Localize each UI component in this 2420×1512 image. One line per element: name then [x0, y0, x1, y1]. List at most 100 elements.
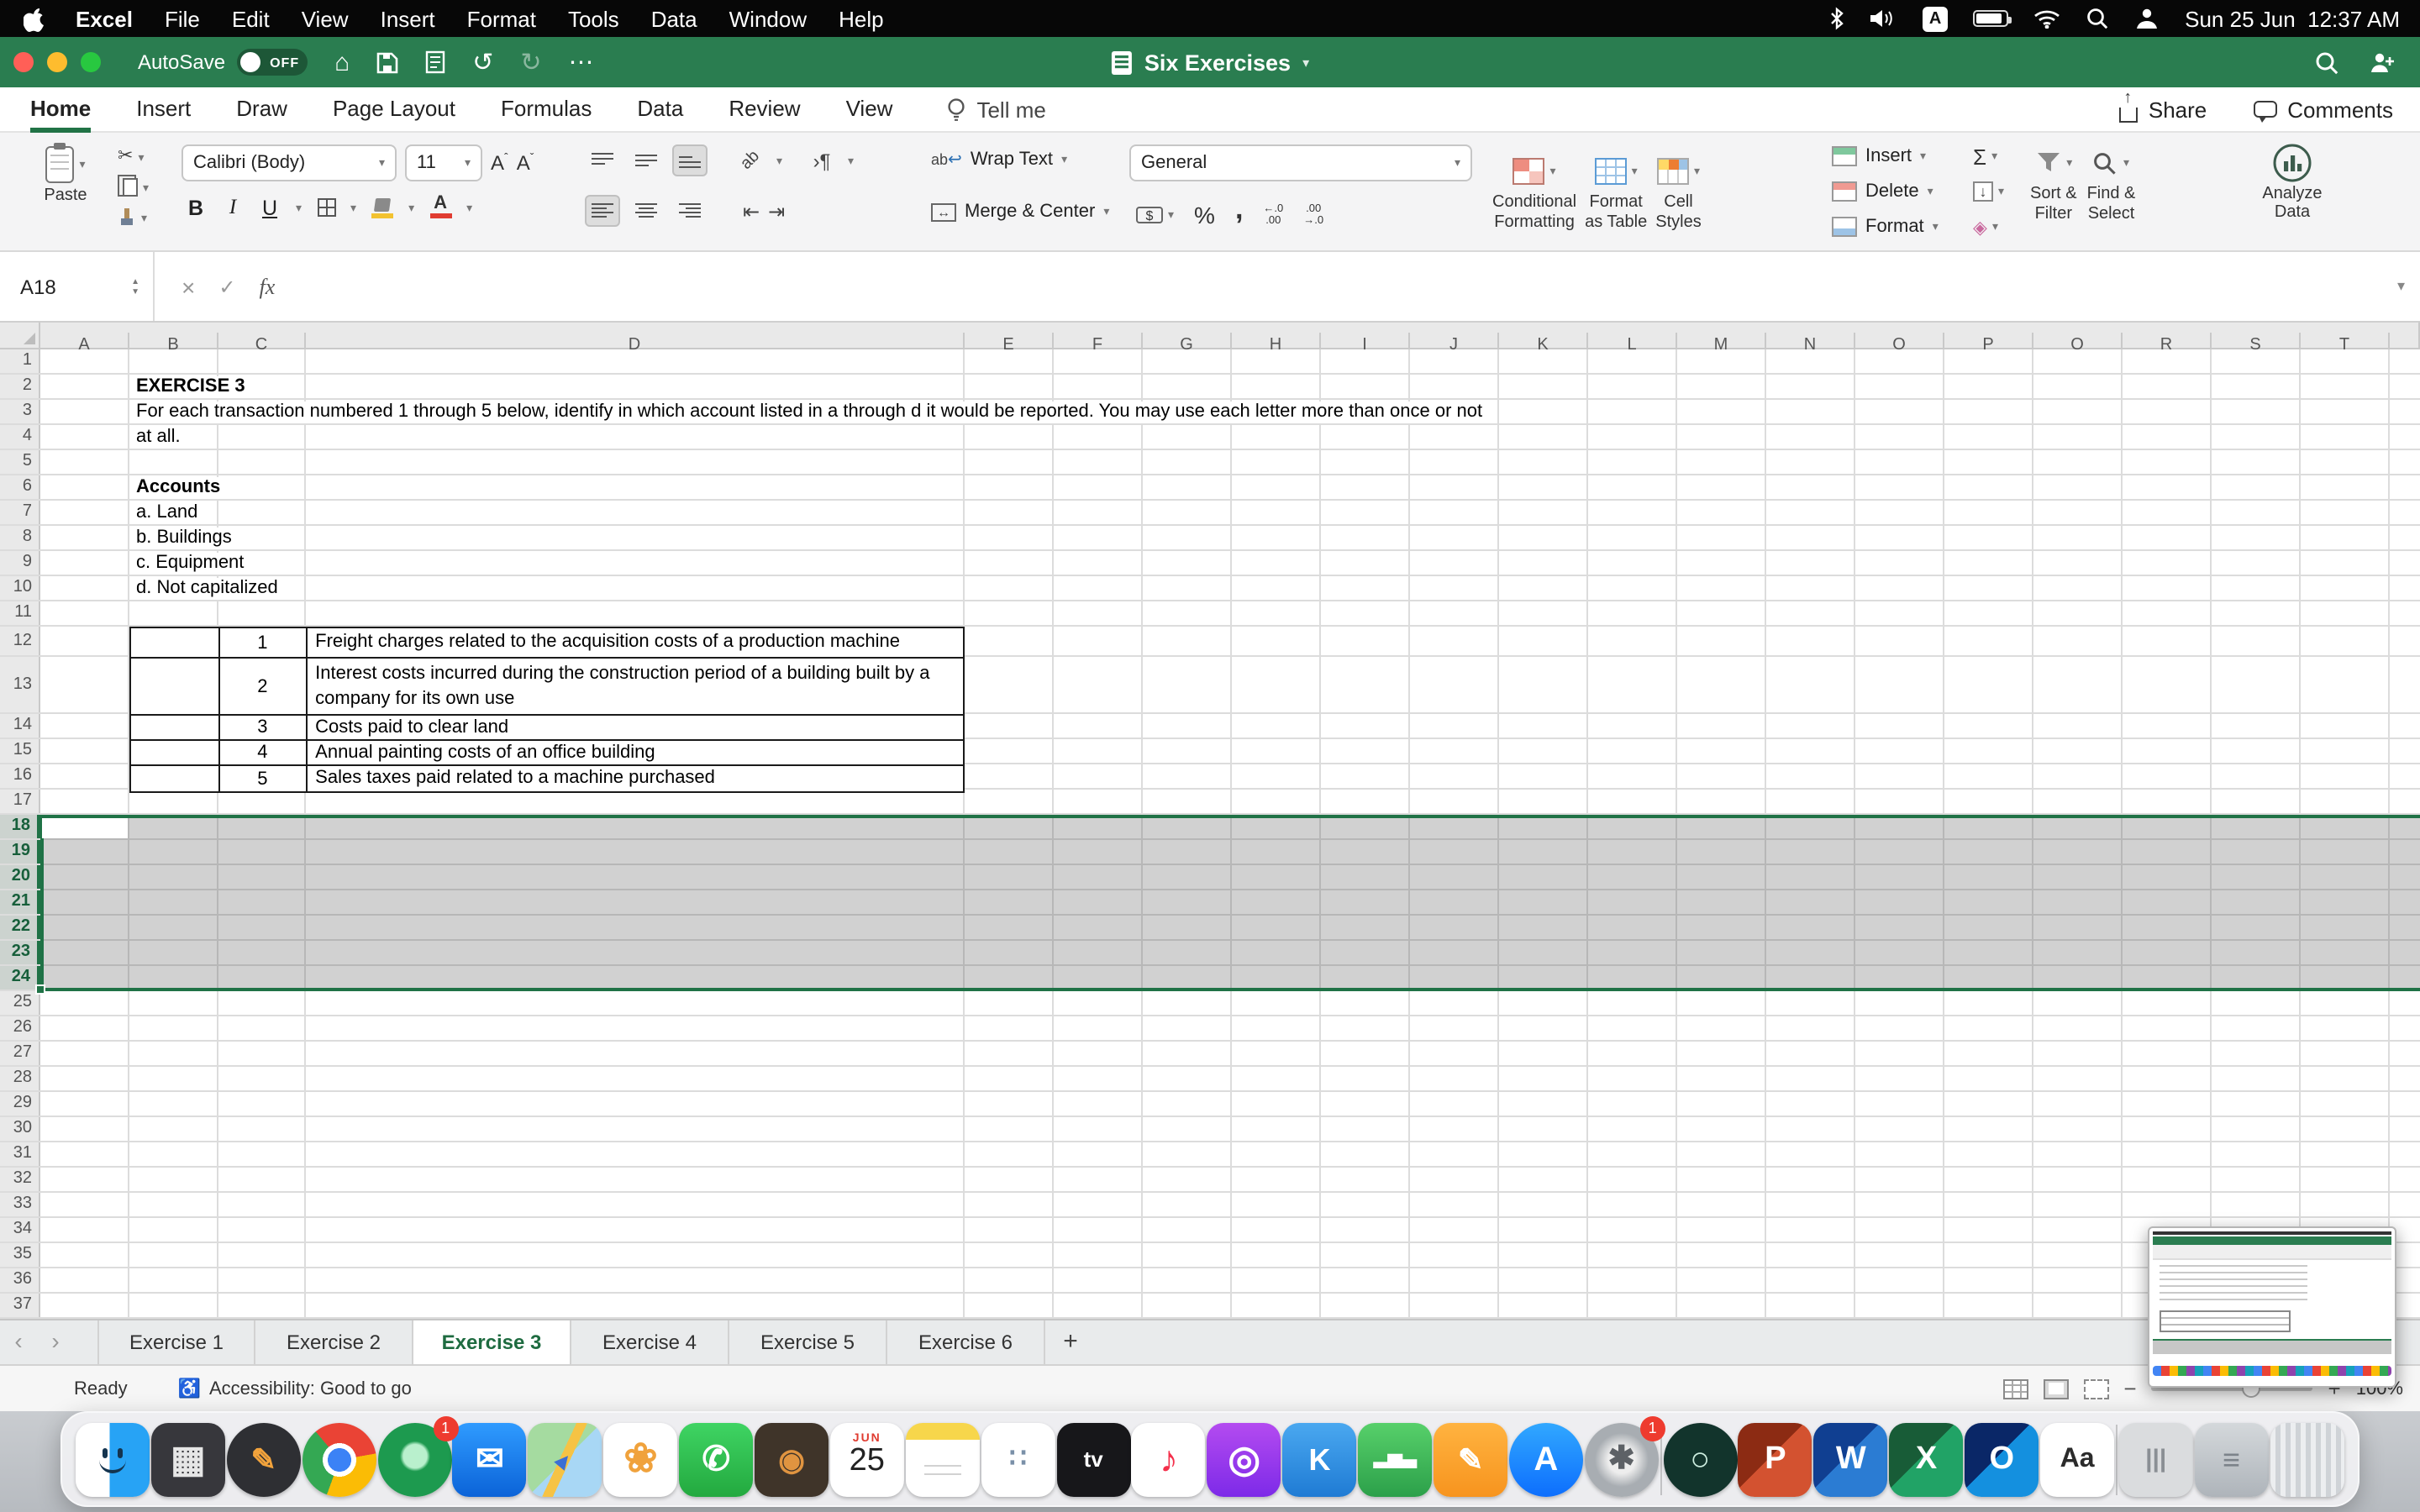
dock-podcasts[interactable]: ◎ — [1207, 1422, 1281, 1496]
comments-button[interactable]: Comments — [2254, 97, 2393, 122]
item-text-cell-3[interactable]: Costs paid to clear land — [307, 716, 963, 739]
cell-B9[interactable]: c. Equipment — [134, 553, 245, 575]
row-header-36[interactable]: 36 — [0, 1268, 40, 1292]
row-header-24[interactable]: 24 — [0, 966, 40, 990]
user-icon[interactable] — [2134, 7, 2160, 30]
normal-view-button[interactable] — [2002, 1378, 2028, 1399]
percent-style-button[interactable]: % — [1194, 202, 1215, 228]
zoom-window-button[interactable] — [81, 52, 101, 72]
name-box-stepper[interactable]: ▲▼ — [131, 278, 139, 295]
dock-tv[interactable]: tv — [1056, 1422, 1130, 1496]
row-header-5[interactable]: 5 — [0, 450, 40, 474]
item-number-cell-1[interactable]: 1 — [220, 628, 308, 657]
bluetooth-icon[interactable] — [1828, 7, 1845, 30]
paste-button[interactable]: ▾ Paste — [30, 143, 101, 206]
battery-icon[interactable] — [1973, 10, 2008, 27]
item-number-cell-2[interactable]: 2 — [220, 659, 308, 714]
menu-help[interactable]: Help — [839, 6, 884, 31]
row-header-34[interactable]: 34 — [0, 1218, 40, 1242]
text-direction-button[interactable]: ›¶ — [804, 144, 839, 176]
minimize-window-button[interactable] — [47, 52, 67, 72]
ribbon-tab-home[interactable]: Home — [30, 87, 91, 132]
dock-numbers[interactable]: ▂▅▃ — [1358, 1422, 1432, 1496]
copy-button[interactable]: ▾ — [118, 178, 149, 197]
menu-file[interactable]: File — [165, 6, 200, 31]
item-number-cell-4[interactable]: 4 — [220, 741, 308, 764]
row-header-26[interactable]: 26 — [0, 1016, 40, 1040]
row-header-32[interactable]: 32 — [0, 1168, 40, 1191]
align-top-button[interactable] — [585, 144, 620, 176]
clear-button[interactable]: ◈▾ — [1973, 213, 2023, 240]
row-header-29[interactable]: 29 — [0, 1092, 40, 1116]
comma-style-button[interactable]: , — [1235, 193, 1243, 227]
sheet-tab-next-icon[interactable]: › — [37, 1320, 74, 1364]
format-painter-button[interactable]: ▾ — [118, 208, 149, 227]
number-format-select[interactable]: General▾ — [1129, 144, 1472, 181]
row-header-10[interactable]: 10 — [0, 576, 40, 600]
ribbon-tab-view[interactable]: View — [846, 87, 893, 132]
cell-B3[interactable]: For each transaction numbered 1 through … — [134, 402, 1484, 423]
wifi-icon[interactable] — [2033, 8, 2060, 29]
item-number-cell-3[interactable]: 3 — [220, 716, 308, 739]
bold-button[interactable]: B — [185, 196, 207, 219]
row-header-12[interactable]: 12 — [0, 627, 40, 655]
align-middle-button[interactable] — [629, 144, 664, 176]
ribbon-tab-draw[interactable]: Draw — [236, 87, 287, 132]
name-box[interactable]: A18 ▲▼ — [0, 252, 155, 321]
increase-decimal-button[interactable]: ←.0.00 — [1263, 203, 1283, 227]
screenshot-preview[interactable] — [2148, 1226, 2396, 1388]
dock-stacks-folder[interactable]: ≡ — [2194, 1422, 2268, 1496]
sheet-tab-exercise-6[interactable]: Exercise 6 — [887, 1320, 1045, 1364]
underline-button[interactable]: U — [259, 196, 281, 219]
tell-me-button[interactable]: Tell me — [946, 97, 1045, 122]
select-all-corner[interactable] — [0, 323, 40, 349]
ribbon-tab-insert[interactable]: Insert — [136, 87, 191, 132]
decrease-indent-button[interactable]: ⇤ — [743, 199, 760, 223]
format-button[interactable]: Format▾ — [1832, 213, 1966, 240]
conditional-formatting-button[interactable]: ▾ConditionalFormatting — [1492, 141, 1576, 232]
row-header-6[interactable]: 6 — [0, 475, 40, 499]
row-header-20[interactable]: 20 — [0, 865, 40, 889]
align-right-button[interactable] — [672, 195, 708, 227]
spreadsheet-grid[interactable]: 1234567891011121314151617181920212223242… — [0, 349, 2420, 1319]
cell-B8[interactable]: b. Buildings — [134, 528, 234, 549]
font-name-select[interactable]: Calibri (Body)▾ — [182, 144, 397, 181]
dock-photos[interactable]: ❀ — [603, 1422, 677, 1496]
item-number-cell-5[interactable]: 5 — [220, 766, 308, 791]
answer-cell-5[interactable] — [131, 766, 220, 791]
dock-outlook[interactable]: O — [1965, 1422, 2039, 1496]
dock-maps[interactable]: ▲ — [529, 1422, 602, 1496]
dock-app-store[interactable]: A — [1509, 1422, 1583, 1496]
accounting-format-button[interactable]: $▾ — [1136, 207, 1174, 223]
row-header-22[interactable]: 22 — [0, 916, 40, 939]
add-sheet-button[interactable]: + — [1045, 1320, 1096, 1364]
row-header-37[interactable]: 37 — [0, 1294, 40, 1317]
keyboard-a-icon[interactable]: A — [1923, 6, 1948, 31]
menu-excel[interactable]: Excel — [76, 6, 133, 31]
dock-settings[interactable]: ✱1 — [1585, 1422, 1659, 1496]
dock-finder[interactable] — [76, 1422, 150, 1496]
menu-edit[interactable]: Edit — [232, 6, 270, 31]
cell-B10[interactable]: d. Not capitalized — [134, 578, 280, 600]
row-header-18[interactable]: 18 — [0, 815, 40, 838]
wrap-text-button[interactable]: ab↩ Wrap Text▾ — [931, 150, 1067, 170]
dock-mail[interactable]: ✉ — [453, 1422, 527, 1496]
dock-reminders[interactable]: ∷ — [981, 1422, 1055, 1496]
analyze-data-button[interactable]: Analyze Data — [2225, 133, 2360, 222]
volume-icon[interactable] — [1870, 8, 1897, 29]
print-icon[interactable] — [425, 50, 445, 74]
find-select-button[interactable]: ▾ Find & Select — [2087, 133, 2136, 223]
dock-green-circle-app[interactable]: 1 — [377, 1422, 451, 1496]
item-text-cell-5[interactable]: Sales taxes paid related to a machine pu… — [307, 766, 963, 791]
row-header-17[interactable]: 17 — [0, 790, 40, 813]
sort-filter-button[interactable]: ▾ Sort & Filter — [2030, 133, 2077, 223]
more-options-icon[interactable]: ⋯ — [569, 50, 594, 75]
row-header-13[interactable]: 13 — [0, 657, 40, 712]
row-header-4[interactable]: 4 — [0, 425, 40, 449]
insert-button[interactable]: Insert▾ — [1832, 143, 1966, 170]
dock-notes[interactable] — [906, 1422, 980, 1496]
page-break-view-button[interactable] — [2083, 1378, 2108, 1399]
apple-menu-icon[interactable] — [24, 6, 45, 31]
dock-contacts[interactable]: ◉ — [755, 1422, 829, 1496]
format-as-table-button[interactable]: ▾Formatas Table — [1585, 141, 1647, 232]
